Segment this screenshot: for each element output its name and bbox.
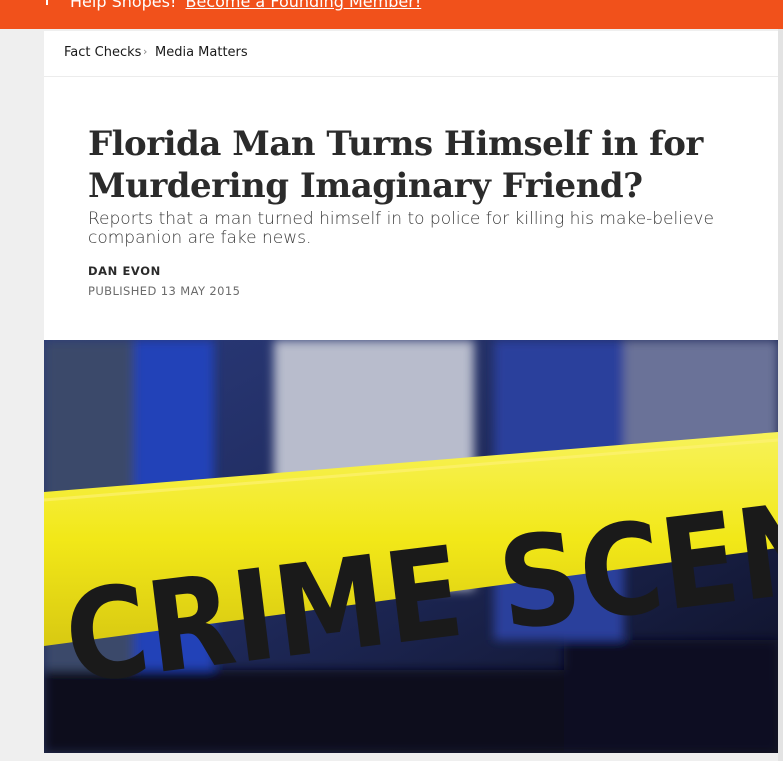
flag-icon (46, 0, 48, 5)
hero-image: CRIME SCENE - DO NOT ENTER (44, 340, 778, 753)
breadcrumb-media-matters[interactable]: Media Matters (155, 45, 248, 60)
breadcrumb-separator: › (143, 45, 148, 58)
breadcrumb-fact-checks[interactable]: Fact Checks (64, 45, 141, 60)
banner-message: Help Snopes! Become a Founding Member! (70, 0, 421, 11)
breadcrumb: Fact Checks › Media Matters (44, 31, 778, 77)
published-date: PUBLISHED 13 MAY 2015 (88, 284, 241, 298)
crime-scene-tape-image: CRIME SCENE - DO NOT ENTER (44, 340, 778, 753)
banner-text: Help Snopes! (70, 0, 177, 11)
top-banner: Help Snopes! Become a Founding Member! (0, 0, 783, 29)
article-subtitle: Reports that a man turned himself in to … (88, 209, 714, 248)
become-member-link[interactable]: Become a Founding Member! (186, 0, 422, 11)
scrollbar[interactable] (778, 29, 783, 761)
article-header-card: Fact Checks › Media Matters Florida Man … (44, 31, 778, 340)
author-link[interactable]: DAN EVON (88, 264, 161, 278)
article-title: Florida Man Turns Himself in for Murderi… (88, 124, 703, 206)
